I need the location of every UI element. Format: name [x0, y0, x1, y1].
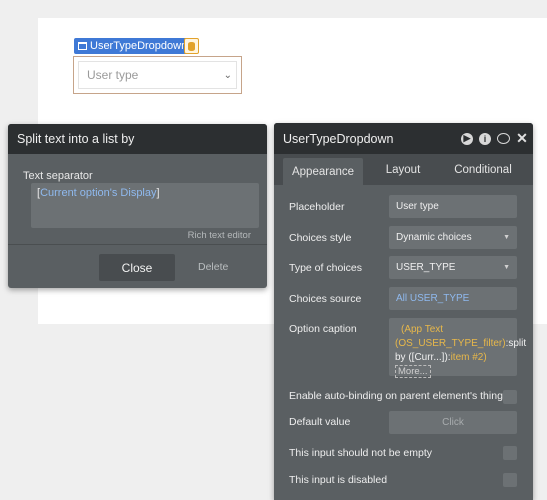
type-of-choices-label: Type of choices — [289, 262, 362, 274]
option-caption-input[interactable]: (App Text (OS_USER_TYPE_filter):split by… — [389, 318, 526, 378]
choices-style-label: Choices style — [289, 232, 352, 244]
choices-source-label: Choices source — [289, 293, 362, 305]
type-of-choices-select[interactable]: USER_TYPE ▼ — [389, 256, 517, 279]
not-empty-label: This input should not be empty — [289, 447, 433, 459]
database-icon[interactable] — [184, 38, 199, 54]
property-editor-title: UserTypeDropdown — [283, 131, 394, 146]
option-caption-label: Option caption — [289, 323, 357, 335]
element-name-tag[interactable]: UserTypeDropdown — [74, 38, 192, 54]
choices-source-value: All USER_TYPE — [396, 293, 470, 304]
split-text-panel: Split text into a list by Text separator… — [8, 124, 267, 288]
chevron-down-icon: ⌄ — [223, 69, 232, 81]
comment-icon[interactable] — [497, 133, 510, 144]
caption-expr-1[interactable]: (App Text — [401, 324, 443, 335]
choices-style-value: Dynamic choices — [396, 232, 472, 243]
disabled-label: This input is disabled — [289, 474, 388, 486]
caret-down-icon: ▼ — [503, 264, 510, 271]
tab-conditional[interactable]: Conditional — [443, 154, 523, 185]
tab-layout[interactable]: Layout — [363, 154, 443, 185]
auto-binding-label: Enable auto-binding on parent element's … — [289, 390, 503, 402]
dynamic-expression[interactable]: Current option's Display — [40, 187, 156, 199]
property-editor: UserTypeDropdown ▶ i ✕ Appearance Layout… — [274, 123, 533, 500]
default-value-label: Default value — [289, 416, 351, 428]
close-button[interactable]: Close — [99, 254, 175, 281]
tab-appearance[interactable]: Appearance — [283, 158, 363, 185]
element-icon — [78, 42, 87, 50]
delete-button[interactable]: Delete — [198, 261, 228, 273]
dropdown-preview[interactable]: User type ⌄ — [73, 56, 242, 94]
placeholder-value: User type — [396, 201, 439, 212]
separator-label: Text separator — [23, 170, 93, 182]
close-icon[interactable]: ✕ — [516, 130, 528, 146]
rich-text-editor-link[interactable]: Rich text editor — [188, 230, 251, 241]
separator-input[interactable]: [Current option's Display] — [31, 183, 259, 228]
tab-bar: Appearance Layout Conditional — [274, 154, 533, 185]
play-icon[interactable]: ▶ — [461, 132, 473, 145]
caption-expr-4[interactable]: item — [451, 352, 470, 363]
split-panel-title: Split text into a list by — [8, 124, 267, 154]
dropdown-placeholder: User type — [87, 68, 139, 82]
bracket-close: ] — [156, 187, 160, 199]
auto-binding-checkbox[interactable] — [503, 390, 517, 404]
caption-expr-2[interactable]: (OS_USER_TYPE_filter) — [395, 338, 506, 349]
disabled-checkbox[interactable] — [503, 473, 517, 487]
divider — [8, 244, 267, 245]
choices-style-select[interactable]: Dynamic choices ▼ — [389, 226, 517, 249]
info-icon[interactable]: i — [479, 132, 491, 145]
caption-expr-5[interactable]: #2) — [472, 352, 486, 363]
choices-source-input[interactable]: All USER_TYPE — [389, 287, 517, 310]
element-name-label: UserTypeDropdown — [90, 40, 188, 52]
default-value-input[interactable]: Click — [389, 411, 517, 434]
default-value-placeholder: Click — [442, 417, 464, 428]
caret-down-icon: ▼ — [503, 234, 510, 241]
placeholder-label: Placeholder — [289, 201, 345, 213]
not-empty-checkbox[interactable] — [503, 446, 517, 460]
placeholder-input[interactable]: User type — [389, 195, 517, 218]
type-of-choices-value: USER_TYPE — [396, 262, 456, 273]
more-button[interactable]: More... — [395, 365, 431, 378]
